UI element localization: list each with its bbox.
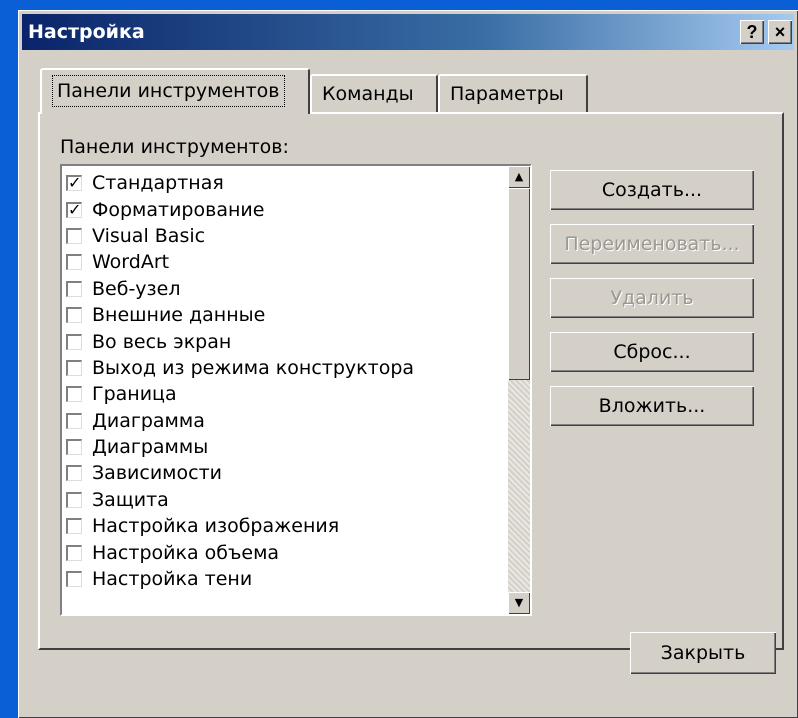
tab-commands[interactable]: Команды (310, 74, 438, 112)
scroll-thumb[interactable] (508, 188, 530, 380)
tab-toolbars[interactable]: Панели инструментов (40, 68, 310, 114)
tab-options[interactable]: Параметры (438, 74, 588, 112)
reset-button[interactable]: Сброс... (550, 332, 754, 372)
toolbar-checkbox[interactable] (66, 307, 82, 324)
toolbar-checkbox[interactable]: ✓ (66, 201, 82, 218)
toolbar-item-label: Диаграммы (92, 436, 209, 459)
close-button[interactable]: Закрыть (630, 632, 776, 674)
toolbar-item-label: Форматирование (92, 198, 265, 221)
toolbar-list-item[interactable]: Защита (66, 487, 504, 513)
toolbar-checkbox[interactable] (66, 412, 82, 429)
toolbar-item-label: Visual Basic (92, 224, 206, 247)
toolbar-list-item[interactable]: Диаграммы (66, 434, 504, 460)
create-button[interactable]: Создать... (550, 170, 754, 210)
toolbar-list-item[interactable]: Внешние данные (66, 302, 504, 328)
toolbar-list-item[interactable]: Зависимости (66, 460, 504, 486)
customize-dialog: Настройка ? × Панели инструментов Команд… (18, 10, 798, 718)
toolbar-item-label: Стандартная (92, 172, 224, 195)
help-button[interactable]: ? (740, 20, 764, 44)
scroll-down-arrow-icon[interactable]: ▼ (508, 592, 530, 614)
toolbar-list-item[interactable]: Выход из режима конструктора (66, 355, 504, 381)
toolbar-list-item[interactable]: Настройка изображения (66, 513, 504, 539)
toolbar-checkbox[interactable] (66, 280, 82, 297)
toolbar-list-item[interactable]: Настройка тени (66, 566, 504, 592)
toolbars-list-label: Панели инструментов: (60, 136, 289, 158)
toolbars-tab-panel: Панели инструментов: ✓ Стандартная ✓ Формат… (38, 112, 784, 650)
toolbar-item-label: WordArt (92, 251, 170, 274)
toolbar-checkbox[interactable] (66, 254, 82, 271)
toolbar-list-item[interactable]: Диаграмма (66, 408, 504, 434)
toolbars-listbox[interactable]: ✓ Стандартная ✓ Форматирование Visual Basic W… (60, 164, 532, 616)
toolbar-item-label: Диаграмма (92, 409, 205, 432)
toolbar-checkbox[interactable] (66, 465, 82, 482)
toolbar-item-label: Зависимости (92, 462, 222, 485)
toolbar-checkbox[interactable] (66, 227, 82, 244)
toolbar-item-label: Настройка объема (92, 541, 280, 564)
list-scrollbar[interactable]: ▲ ▼ (508, 166, 530, 614)
toolbar-list-item[interactable]: ✓ Форматирование (66, 196, 504, 222)
toolbar-list-item[interactable]: Visual Basic (66, 223, 504, 249)
toolbar-list-item[interactable]: Во весь экран (66, 328, 504, 354)
delete-button[interactable]: Удалить (550, 278, 754, 318)
toolbar-checkbox[interactable] (66, 386, 82, 403)
toolbar-list-item[interactable]: Настройка объема (66, 539, 504, 565)
scroll-up-arrow-icon[interactable]: ▲ (508, 166, 530, 188)
toolbar-checkbox[interactable] (66, 359, 82, 376)
toolbar-list-item[interactable]: ✓ Стандартная (66, 170, 504, 196)
toolbar-checkbox[interactable] (66, 439, 82, 456)
rename-button[interactable]: Переименовать... (550, 224, 754, 264)
toolbar-item-label: Выход из режима конструктора (92, 356, 415, 379)
attach-button[interactable]: Вложить... (550, 386, 754, 426)
window-title: Настройка (28, 21, 145, 43)
tab-toolbars-label: Панели инструментов (52, 75, 285, 107)
toolbar-checkbox[interactable] (66, 544, 82, 561)
toolbar-item-label: Внешние данные (92, 304, 266, 327)
toolbar-item-label: Граница (92, 383, 177, 406)
toolbar-list-item[interactable]: WordArt (66, 249, 504, 275)
title-bar[interactable]: Настройка ? × (22, 14, 794, 50)
toolbar-checkbox[interactable]: ✓ (66, 175, 82, 192)
toolbar-checkbox[interactable] (66, 518, 82, 535)
toolbar-checkbox[interactable] (66, 571, 82, 588)
toolbar-list-item[interactable]: Веб-узел (66, 276, 504, 302)
toolbar-item-label: Веб-узел (92, 277, 181, 300)
close-window-button[interactable]: × (768, 20, 792, 44)
toolbar-item-label: Защита (92, 488, 169, 511)
toolbar-list-item[interactable]: Граница (66, 381, 504, 407)
toolbar-item-label: Настройка тени (92, 568, 253, 591)
toolbar-checkbox[interactable] (66, 491, 82, 508)
toolbar-checkbox[interactable] (66, 333, 82, 350)
toolbars-list: ✓ Стандартная ✓ Форматирование Visual Basic W… (66, 170, 504, 592)
toolbar-item-label: Во весь экран (92, 330, 232, 353)
toolbar-item-label: Настройка изображения (92, 515, 340, 538)
